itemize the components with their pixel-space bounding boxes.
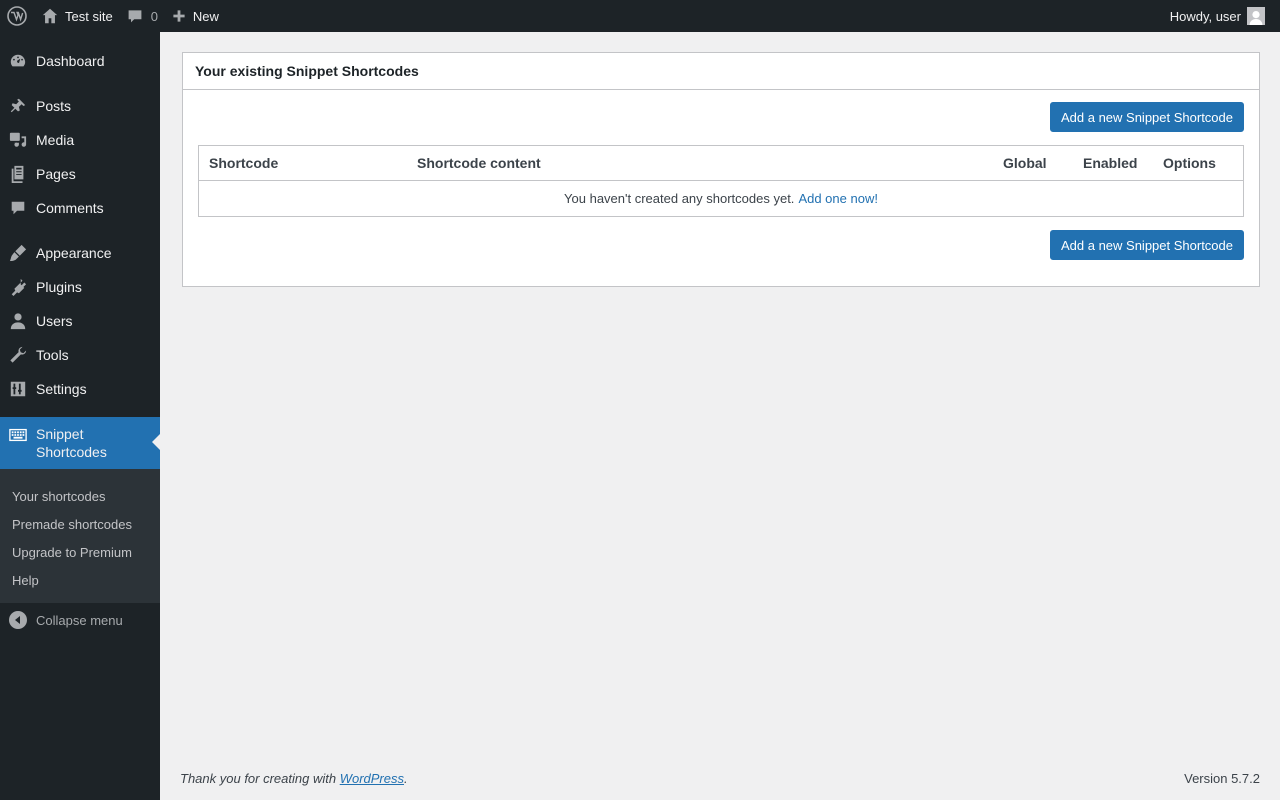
collapse-arrow-icon: [9, 611, 27, 629]
sidebar-item-settings[interactable]: Settings: [0, 372, 160, 406]
current-menu-arrow: [152, 434, 160, 450]
sidebar-item-media[interactable]: Media: [0, 123, 160, 157]
sidebar-item-users[interactable]: Users: [0, 304, 160, 338]
column-header-global[interactable]: Global: [1003, 155, 1047, 171]
media-icon: [8, 130, 28, 150]
sidebar-item-tools[interactable]: Tools: [0, 338, 160, 372]
sidebar-item-label: Users: [36, 313, 73, 329]
comment-bubble-icon: [128, 10, 142, 23]
avatar: [1247, 7, 1265, 25]
sidebar-item-dashboard[interactable]: Dashboard: [0, 44, 160, 78]
sidebar-item-label: Dashboard: [36, 53, 105, 69]
comments-link[interactable]: 0: [120, 0, 165, 32]
column-header-content[interactable]: Shortcode content: [417, 155, 541, 171]
sidebar-item-posts[interactable]: Posts: [0, 89, 160, 123]
site-name-link[interactable]: Test site: [34, 0, 120, 32]
plus-icon: [173, 10, 185, 22]
settings-icon: [8, 379, 28, 399]
sidebar-item-comments[interactable]: Comments: [0, 191, 160, 225]
sidebar-item-plugins[interactable]: Plugins: [0, 270, 160, 304]
submenu-help[interactable]: Help: [0, 567, 160, 595]
sidebar-item-pages[interactable]: Pages: [0, 157, 160, 191]
sidebar-item-label: Appearance: [36, 245, 112, 261]
add-shortcode-button-top[interactable]: Add a new Snippet Shortcode: [1049, 102, 1244, 132]
sidebar-item-label: Plugins: [36, 279, 82, 295]
home-icon: [42, 8, 58, 24]
add-one-now-link[interactable]: Add one now!: [798, 191, 878, 206]
wrench-icon: [8, 345, 28, 365]
empty-message: You haven't created any shortcodes yet.: [564, 191, 795, 206]
column-header-options[interactable]: Options: [1163, 155, 1216, 171]
table-header: Shortcode Shortcode content Global Enabl…: [199, 146, 1243, 181]
site-name-label: Test site: [65, 8, 113, 24]
pin-icon: [8, 96, 28, 116]
brush-icon: [8, 243, 28, 263]
collapse-menu-label: Collapse menu: [36, 612, 123, 628]
keyboard-icon: [8, 425, 28, 445]
sidebar-item-label: Tools: [36, 347, 69, 363]
new-label: New: [192, 8, 219, 24]
admin-bar: Test site 0 New Howdy, user: [0, 0, 1280, 32]
panel-title: Your existing Snippet Shortcodes: [183, 53, 1259, 90]
table-row: You haven't created any shortcodes yet. …: [199, 181, 1243, 216]
footer-thanks: Thank you for creating with WordPress.: [180, 771, 408, 786]
sidebar-item-snippet-shortcodes[interactable]: Snippet Shortcodes: [0, 417, 160, 469]
submenu-your-shortcodes[interactable]: Your shortcodes: [0, 483, 160, 511]
shortcodes-table: Shortcode Shortcode content Global Enabl…: [198, 145, 1244, 217]
wordpress-logo-icon[interactable]: [0, 0, 34, 32]
column-header-shortcode[interactable]: Shortcode: [209, 155, 278, 171]
plug-icon: [8, 277, 28, 297]
user-icon: [8, 311, 28, 331]
sidebar-item-label: Posts: [36, 98, 72, 114]
admin-sidebar: Dashboard Posts Media Pages Comments App…: [0, 32, 160, 800]
column-header-enabled[interactable]: Enabled: [1083, 155, 1137, 171]
sidebar-item-appearance[interactable]: Appearance: [0, 236, 160, 270]
comments-count: 0: [150, 8, 158, 24]
sidebar-item-label: Snippet Shortcodes: [36, 426, 107, 460]
dashboard-icon: [8, 51, 28, 71]
sidebar-item-label: Pages: [36, 166, 76, 182]
sidebar-item-label: Media: [36, 132, 75, 148]
account-menu[interactable]: Howdy, user: [1163, 0, 1272, 32]
pages-icon: [8, 164, 28, 184]
new-content-link[interactable]: New: [165, 0, 226, 32]
collapse-menu-button[interactable]: Collapse menu: [0, 603, 160, 637]
wordpress-link[interactable]: WordPress: [340, 771, 404, 786]
sidebar-item-label: Comments: [36, 200, 104, 216]
submenu-upgrade-premium[interactable]: Upgrade to Premium: [0, 539, 160, 567]
submenu-premade-shortcodes[interactable]: Premade shortcodes: [0, 511, 160, 539]
footer-version: Version 5.7.2: [1184, 771, 1260, 786]
comment-icon: [8, 198, 28, 218]
shortcodes-panel: Your existing Snippet Shortcodes Add a n…: [182, 52, 1260, 287]
howdy-label: Howdy, user: [1169, 8, 1241, 24]
snippet-shortcodes-submenu: Your shortcodes Premade shortcodes Upgra…: [0, 469, 160, 603]
add-shortcode-button-bottom[interactable]: Add a new Snippet Shortcode: [1049, 230, 1244, 260]
sidebar-item-label: Settings: [36, 381, 87, 397]
